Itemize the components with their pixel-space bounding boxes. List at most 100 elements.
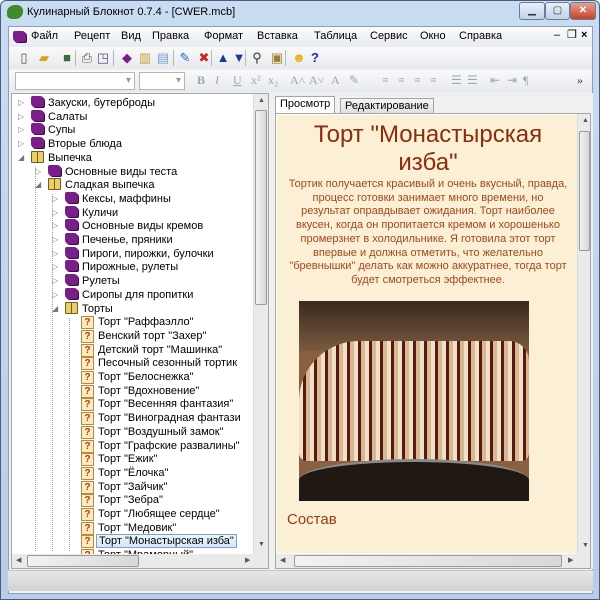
tree-item-label: Супы [48, 124, 76, 137]
expand-arrow-icon[interactable]: ▷ [18, 123, 24, 137]
format-button-6[interactable]: A˅ [309, 73, 324, 88]
format-button-1[interactable]: I [215, 73, 219, 88]
format-button-16[interactable]: ⇥ [507, 73, 517, 88]
print-icon[interactable]: ⎙ [79, 50, 95, 66]
format-toolbar: BIUx² x₂ A˄ A˅ A ✎ ≡ ≡ ≡ ≡ ☰ ☰ ⇤ ⇥ ¶ » [9, 70, 592, 92]
format-button-4[interactable]: x₂ [268, 73, 278, 88]
mdi-close-button[interactable]: × [581, 29, 587, 42]
format-button-10[interactable]: ≡ [398, 73, 405, 88]
open-book-icon [65, 301, 78, 316]
tree-item-label: Песочный сезонный тортик [98, 357, 238, 370]
format-button-13[interactable]: ☰ [451, 73, 462, 88]
tree-hscroll-thumb[interactable] [27, 555, 139, 567]
scroll-down-icon[interactable]: ▼ [582, 542, 589, 550]
expand-arrow-icon[interactable]: ▷ [18, 110, 24, 124]
tree-item-label: Торт "Медовик" [98, 521, 177, 534]
menu-9[interactable]: Справка [459, 30, 502, 43]
smile-icon[interactable]: ☻ [291, 50, 307, 66]
category-tree[interactable]: ?Торт "Мраморный"?Торт "Монастырская изб… [11, 93, 269, 569]
recipe-document-icon: ? [81, 466, 94, 480]
tab-view[interactable]: Просмотр [275, 96, 336, 114]
open-icon[interactable]: ▰ [36, 50, 52, 66]
format-button-9[interactable]: ≡ [382, 73, 389, 88]
expand-arrow-icon[interactable]: ▷ [18, 137, 24, 151]
menu-4[interactable]: Формат [204, 30, 243, 43]
expand-arrow-icon[interactable]: ▷ [18, 96, 24, 110]
print-preview-icon[interactable]: ◳ [95, 50, 111, 66]
delete-icon[interactable]: ✖ [196, 50, 212, 66]
format-button-0[interactable]: B [197, 73, 205, 88]
scroll-down-icon[interactable]: ▼ [258, 541, 265, 549]
collapse-arrow-icon[interactable]: ◢ [18, 151, 24, 165]
tree-item-label: Торт "Любящее сердце" [98, 508, 220, 520]
view-vertical-scrollbar[interactable]: ▲ ▼ [577, 114, 590, 554]
tree-horizontal-scrollbar[interactable]: ◀ ▶ [12, 554, 268, 568]
format-button-14[interactable]: ☰ [467, 73, 478, 88]
tree-item-label: Основные виды теста [65, 165, 178, 178]
closed-book-icon [65, 287, 78, 302]
new-icon[interactable]: ▯ [16, 50, 32, 66]
font-size-combo[interactable] [139, 72, 185, 90]
tab-edit[interactable]: Редактирование [340, 98, 434, 113]
format-button-2[interactable]: U [233, 73, 242, 88]
scroll-right-icon[interactable]: ▶ [245, 557, 250, 565]
recipe-icon[interactable]: ▤ [155, 50, 171, 66]
view-scroll-thumb[interactable] [579, 131, 590, 251]
toolbar-separator [211, 50, 212, 66]
tree-vertical-scrollbar[interactable]: ▲ ▼ [253, 94, 268, 554]
toolbar-separator [245, 50, 246, 66]
tree-item-label: Вторые блюда [48, 138, 122, 151]
menu-5[interactable]: Вставка [257, 30, 298, 43]
tree-item-label: Рулеты [82, 275, 120, 288]
tree-guide-line [35, 166, 36, 551]
view-horizontal-scrollbar[interactable]: ◀ ▶ [276, 554, 590, 568]
scroll-up-icon[interactable]: ▲ [582, 117, 589, 125]
move-up-icon[interactable]: ▲ [215, 50, 231, 66]
tree-item-label: Пирожные, рулеты [82, 261, 179, 274]
scroll-left-icon[interactable]: ◀ [16, 557, 21, 565]
mdi-minimize-button[interactable]: – [554, 29, 560, 42]
category-icon[interactable]: ◆ [119, 50, 135, 66]
tree-item-label: Торт "Раффаэлло" [98, 316, 194, 329]
open-book-icon [31, 150, 44, 165]
format-button-5[interactable]: A˄ [290, 73, 305, 88]
minimize-button[interactable]: ▁ [519, 2, 545, 20]
scroll-right-icon[interactable]: ▶ [568, 557, 573, 565]
tree-item-label: Печенье, пряники [82, 234, 173, 246]
format-button-3[interactable]: x² [251, 73, 261, 88]
menu-8[interactable]: Окно [420, 30, 446, 43]
save-icon[interactable]: ■ [59, 50, 75, 66]
tree-item-label: Торт "Вдохновение" [98, 384, 200, 397]
scroll-up-icon[interactable]: ▲ [258, 97, 265, 105]
format-button-7[interactable]: A [331, 73, 340, 88]
menu-7[interactable]: Сервис [370, 30, 408, 43]
find-icon[interactable]: ⚲ [249, 50, 265, 66]
closed-book-icon [31, 109, 44, 124]
format-button-11[interactable]: ≡ [414, 73, 421, 88]
maximize-button[interactable]: ▢ [545, 2, 570, 20]
image-icon[interactable]: ▣ [269, 50, 285, 66]
format-button-15[interactable]: ⇤ [490, 73, 500, 88]
tree-item-label: Детский торт "Машинка" [98, 343, 223, 356]
scroll-left-icon[interactable]: ◀ [280, 557, 285, 565]
tree-scroll-thumb[interactable] [255, 110, 267, 305]
view-hscroll-thumb[interactable] [294, 555, 562, 567]
menu-0[interactable]: Файл [31, 30, 58, 43]
open-category-icon[interactable]: ▥ [137, 50, 153, 66]
edit-icon[interactable]: ✎ [177, 50, 193, 66]
closed-book-icon [65, 260, 78, 274]
help-icon[interactable]: ? [307, 50, 323, 66]
close-button[interactable]: ✕ [570, 2, 596, 20]
menu-1[interactable]: Рецепт [74, 30, 110, 43]
menu-2[interactable]: Вид [121, 30, 141, 43]
menu-6[interactable]: Таблица [314, 30, 357, 43]
toolbar-overflow-button[interactable]: » [577, 73, 583, 88]
format-button-12[interactable]: ≡ [430, 73, 437, 88]
menu-3[interactable]: Правка [152, 30, 189, 43]
format-button-8[interactable]: ✎ [349, 73, 359, 88]
font-name-combo[interactable] [15, 72, 135, 90]
tab-label: Просмотр [280, 98, 331, 110]
mdi-restore-button[interactable]: ❐ [567, 29, 577, 42]
format-button-17[interactable]: ¶ [523, 73, 528, 88]
recipe-document-icon: ? [81, 521, 94, 535]
